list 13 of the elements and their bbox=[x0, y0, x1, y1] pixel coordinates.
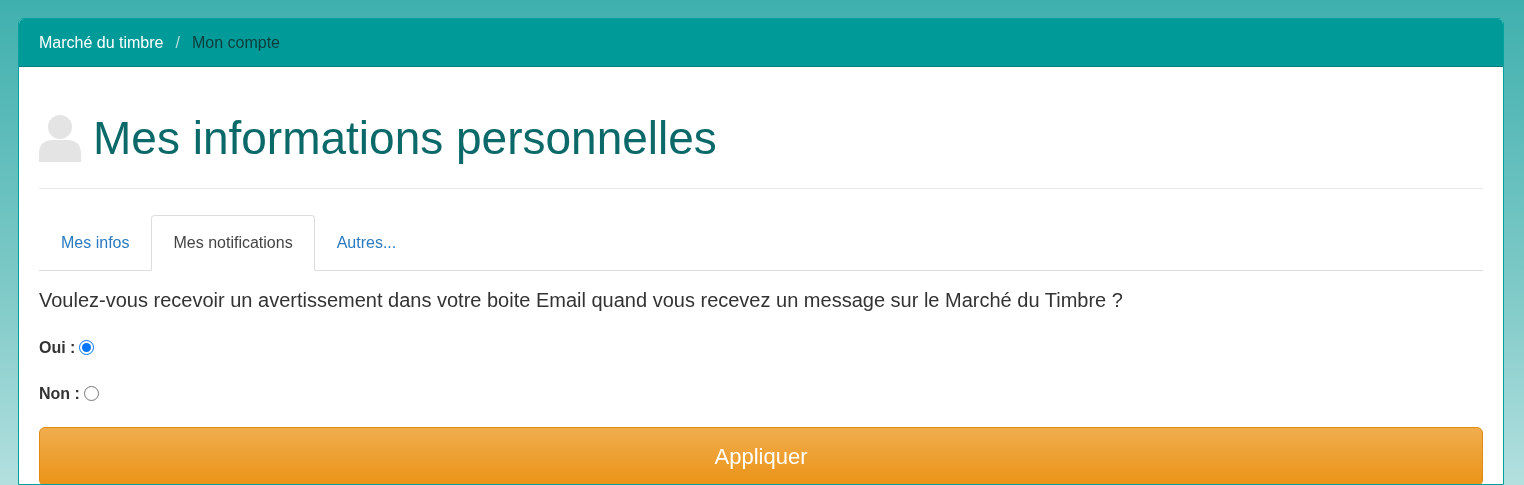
breadcrumb-separator: / bbox=[174, 32, 181, 53]
radio-button[interactable] bbox=[83, 386, 99, 402]
page-title: Mes informations personnelles bbox=[93, 113, 717, 164]
option-label: Non : bbox=[39, 383, 80, 404]
question-text: Voulez-vous recevoir un avertissement dans votre boite Email quand vous recevez un message sur le Marché du Timbre ? bbox=[39, 287, 1124, 313]
user-icon bbox=[39, 114, 81, 163]
tab[interactable]: Mes notifications bbox=[151, 214, 315, 271]
tab[interactable]: Mes infos bbox=[39, 214, 152, 271]
option-label: Oui : bbox=[39, 337, 76, 358]
breadcrumb-link[interactable]: Marché du timbre bbox=[39, 30, 164, 55]
radio-button[interactable] bbox=[79, 340, 95, 356]
tab[interactable]: Autres... bbox=[314, 214, 419, 271]
breadcrumb-current: Mon compte bbox=[191, 32, 280, 53]
